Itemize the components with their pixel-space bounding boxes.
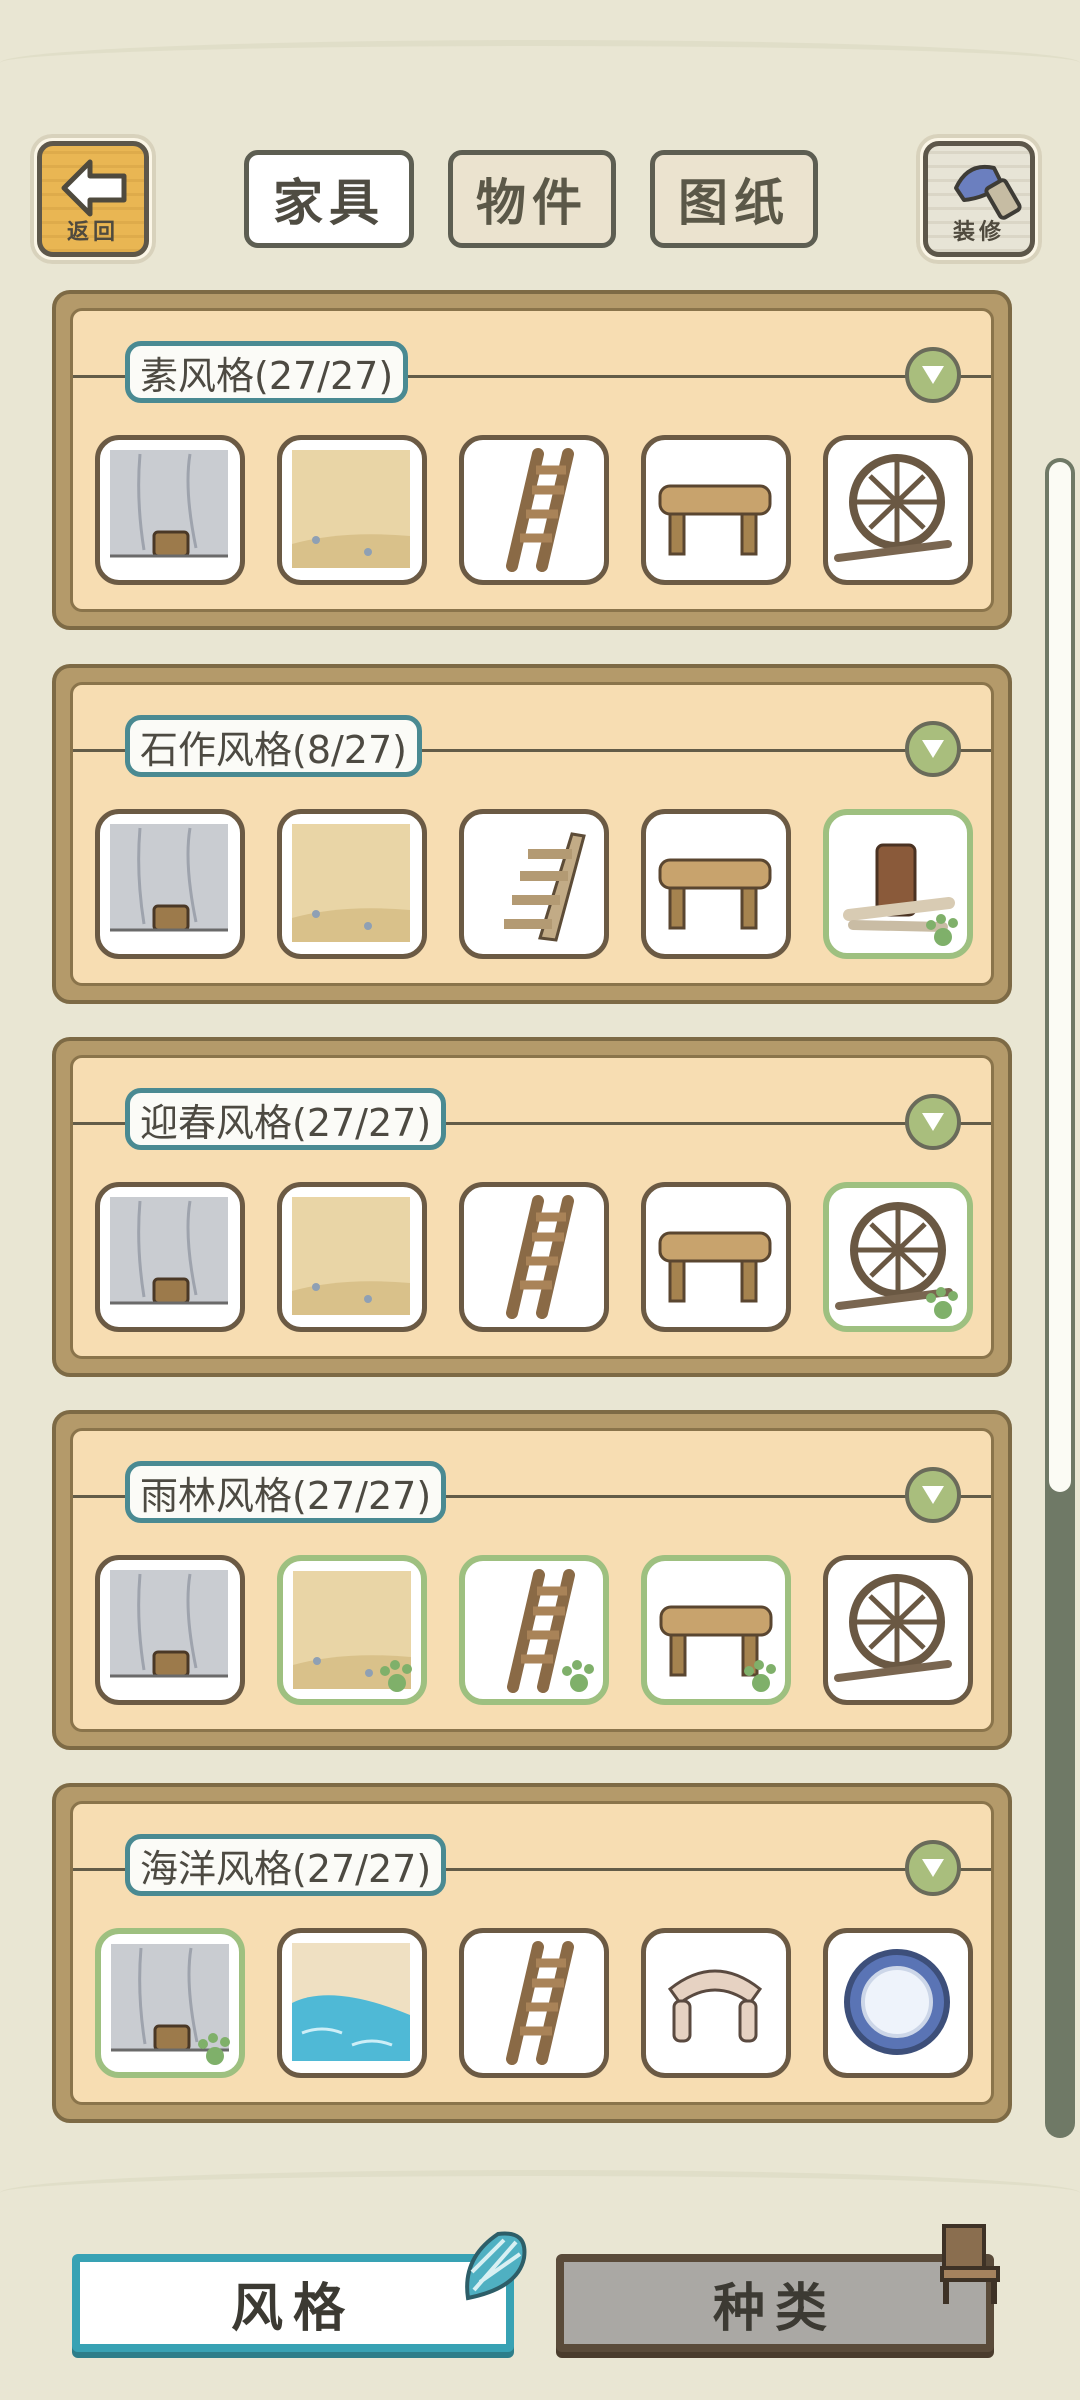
furniture-item[interactable] — [95, 435, 245, 585]
furniture-item[interactable] — [823, 1928, 973, 2078]
furniture-item[interactable] — [95, 1182, 245, 1332]
shell-icon — [465, 2231, 527, 2301]
furniture-item[interactable] — [823, 1555, 973, 1705]
wall-icon — [100, 1197, 238, 1327]
category-panel: 海洋风格(27/27) — [52, 1783, 1012, 2123]
furniture-item[interactable] — [641, 809, 791, 959]
style-filter-button[interactable]: 风格 — [72, 2254, 514, 2352]
table-icon — [646, 858, 784, 954]
furniture-item[interactable] — [459, 1928, 609, 2078]
furniture-item[interactable] — [823, 435, 973, 585]
floor-icon — [282, 824, 420, 954]
collapse-toggle-button[interactable] — [905, 1094, 961, 1150]
paw-icon — [926, 1287, 958, 1319]
chevron-down-icon — [922, 1859, 944, 1877]
furniture-item[interactable] — [823, 1182, 973, 1332]
paint-brush-icon — [954, 165, 1022, 220]
item-row — [95, 435, 973, 585]
table-icon — [646, 1231, 784, 1327]
tab-blueprints[interactable]: 图纸 — [650, 150, 818, 248]
paw-icon — [744, 1660, 776, 1692]
furniture-item[interactable] — [459, 809, 609, 959]
tab-furniture[interactable]: 家具 — [244, 150, 414, 248]
category-panel: 素风格(27/27) — [52, 290, 1012, 630]
collapse-toggle-button[interactable] — [905, 1467, 961, 1523]
shell-table-icon — [646, 1969, 784, 2073]
category-panel-body: 石作风格(8/27) — [70, 682, 994, 986]
furniture-item[interactable] — [95, 809, 245, 959]
ladder-icon — [464, 448, 602, 580]
category-panel-body: 雨林风格(27/27) — [70, 1428, 994, 1732]
category-panel-body: 海洋风格(27/27) — [70, 1801, 994, 2105]
furniture-item[interactable] — [459, 1182, 609, 1332]
furniture-item[interactable] — [459, 435, 609, 585]
window-icon — [828, 1574, 966, 1700]
chevron-down-icon — [922, 366, 944, 384]
back-button[interactable]: 返回 — [30, 134, 156, 264]
furniture-item[interactable] — [641, 1555, 791, 1705]
table-icon — [646, 484, 784, 580]
category-panel: 石作风格(8/27) — [52, 664, 1012, 1004]
type-filter-button[interactable]: 种类 — [556, 2254, 994, 2352]
ladder-icon — [464, 1941, 602, 2073]
wall-icon — [100, 450, 238, 580]
furniture-item[interactable] — [277, 809, 427, 959]
scrollbar-thumb[interactable] — [1049, 462, 1071, 1492]
paw-icon — [380, 1660, 412, 1692]
furniture-item[interactable] — [277, 435, 427, 585]
furniture-item[interactable] — [459, 1555, 609, 1705]
item-row — [95, 1928, 973, 2078]
item-row — [95, 809, 973, 959]
decorate-label: 装修 — [952, 220, 1005, 245]
category-title: 海洋风格(27/27) — [125, 1834, 447, 1896]
category-panel-body: 素风格(27/27) — [70, 308, 994, 612]
paw-icon — [562, 1660, 594, 1692]
wall-icon — [100, 1570, 238, 1700]
floor-icon — [282, 1197, 420, 1327]
background-texture — [0, 40, 1080, 86]
background-texture — [0, 2170, 1080, 2216]
chevron-down-icon — [922, 1486, 944, 1504]
chevron-down-icon — [922, 1113, 944, 1131]
porthole-window-icon — [828, 1949, 966, 2073]
category-title: 石作风格(8/27) — [125, 715, 422, 777]
furniture-item[interactable] — [641, 435, 791, 585]
collapse-toggle-button[interactable] — [905, 721, 961, 777]
furniture-item[interactable] — [277, 1555, 427, 1705]
back-label: 返回 — [66, 220, 119, 245]
paw-icon — [926, 914, 958, 946]
ladder-icon — [464, 1195, 602, 1327]
back-arrow-icon — [61, 159, 127, 217]
collapse-toggle-button[interactable] — [905, 1840, 961, 1896]
furniture-item[interactable] — [277, 1928, 427, 2078]
furniture-item[interactable] — [277, 1182, 427, 1332]
tab-objects[interactable]: 物件 — [448, 150, 616, 248]
window-icon — [828, 454, 966, 580]
item-row — [95, 1182, 973, 1332]
floor-icon — [282, 450, 420, 580]
furniture-item[interactable] — [95, 1555, 245, 1705]
furniture-item[interactable] — [823, 809, 973, 959]
stairs-icon — [464, 832, 602, 954]
item-row — [95, 1555, 973, 1705]
furniture-item[interactable] — [641, 1182, 791, 1332]
paw-icon — [198, 2033, 230, 2065]
water-floor-icon — [282, 1943, 420, 2073]
furniture-item[interactable] — [641, 1928, 791, 2078]
category-panel: 雨林风格(27/27) — [52, 1410, 1012, 1750]
collapse-toggle-button[interactable] — [905, 347, 961, 403]
furniture-item[interactable] — [95, 1928, 245, 2078]
category-title: 素风格(27/27) — [125, 341, 409, 403]
chevron-down-icon — [922, 740, 944, 758]
wall-icon — [100, 824, 238, 954]
category-title: 迎春风格(27/27) — [125, 1088, 447, 1150]
chair-icon — [940, 2224, 1000, 2304]
category-title: 雨林风格(27/27) — [125, 1461, 447, 1523]
category-panel-body: 迎春风格(27/27) — [70, 1055, 994, 1359]
decorate-button[interactable]: 装修 — [916, 134, 1042, 264]
category-panel: 迎春风格(27/27) — [52, 1037, 1012, 1377]
